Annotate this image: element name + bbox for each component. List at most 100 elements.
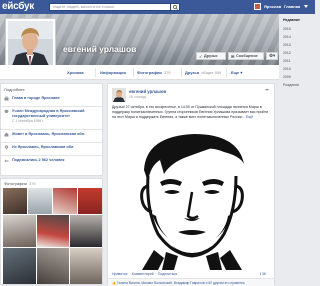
account-menu-chevron-icon[interactable] bbox=[304, 5, 308, 8]
intro-lives-link[interactable]: Живет в Ярославль, Ярославская обл. bbox=[12, 132, 85, 136]
tab-timeline[interactable]: Хроника bbox=[67, 70, 84, 76]
post-image[interactable] bbox=[112, 130, 272, 270]
timeline-scrubber: Недавние 2015 2014 2013 2012 2011 2010 2… bbox=[279, 14, 315, 285]
intro-divider bbox=[1, 106, 104, 107]
intro-divider bbox=[1, 155, 104, 156]
facebook-logo[interactable]: ейсбук bbox=[2, 1, 34, 13]
photo-thumbnail[interactable] bbox=[37, 215, 69, 247]
share-count-value: 36 bbox=[261, 272, 266, 276]
tab-photos[interactable]: Фотографии 379 bbox=[137, 70, 171, 76]
profile-portrait-image bbox=[8, 21, 53, 66]
chevron-down-icon: ▾ bbox=[240, 70, 243, 75]
tab-label: Фотографии bbox=[137, 70, 162, 75]
tab-divider bbox=[133, 68, 134, 77]
intro-education-date: С 1 сентября 1996 г. bbox=[12, 118, 44, 123]
follow-icon bbox=[4, 159, 9, 163]
message-button-label: Сообщение bbox=[236, 54, 258, 58]
tab-about[interactable]: Информация bbox=[100, 70, 126, 76]
friends-check-icon: ✓ bbox=[199, 54, 203, 59]
friends-button[interactable]: ✓ Друзья bbox=[196, 52, 226, 60]
scrubber-item[interactable]: 2010 bbox=[283, 67, 291, 72]
scrubber-item[interactable]: 2009 bbox=[283, 75, 291, 80]
post-options-chevron-icon[interactable] bbox=[265, 89, 269, 91]
briefcase-icon bbox=[4, 96, 9, 101]
photo-thumbnail[interactable] bbox=[37, 248, 69, 284]
search-input[interactable]: Ищите людей, места и не только bbox=[49, 3, 179, 11]
tab-label: Еще bbox=[231, 70, 240, 75]
photo-thumbnail[interactable] bbox=[70, 215, 102, 247]
profile-tabs: Хроника Информация Фотографии 379 Друзья о… bbox=[0, 65, 279, 80]
search-button[interactable] bbox=[170, 3, 180, 11]
stencil-portrait-image bbox=[112, 130, 272, 270]
pin-icon bbox=[4, 145, 9, 150]
intro-row-work: Глава в городе Ярославе bbox=[4, 96, 102, 102]
see-more-link[interactable]: Ещё bbox=[246, 115, 253, 119]
scrubber-item[interactable]: 2011 bbox=[283, 59, 291, 64]
tab-count: общие 559 bbox=[201, 70, 222, 75]
timeline-post: евгений урлашов 15 ч назад Друзья! 27 ок… bbox=[107, 83, 275, 286]
message-icon: ✉ bbox=[231, 54, 235, 59]
home-icon bbox=[4, 132, 9, 137]
profile-picture[interactable] bbox=[5, 18, 56, 69]
photo-thumbnail[interactable] bbox=[78, 188, 102, 214]
tab-count: 379 bbox=[163, 70, 171, 75]
intro-from-link[interactable]: Из Ярославль, Ярославская обл. bbox=[12, 145, 74, 149]
photo-thumbnail[interactable] bbox=[28, 188, 52, 214]
intro-header: Подробнее bbox=[4, 87, 25, 92]
comment-link[interactable]: Комментарий bbox=[132, 272, 154, 276]
like-thumb-icon: 👍 bbox=[112, 280, 117, 285]
tab-label: Хроника bbox=[67, 70, 84, 75]
scrubber-item[interactable]: Недавние bbox=[283, 18, 300, 23]
scrubber-item[interactable]: 2013 bbox=[283, 43, 291, 48]
scrubber-item[interactable]: 2014 bbox=[283, 35, 291, 40]
tab-friends[interactable]: Друзья общие 559 bbox=[185, 70, 221, 76]
tab-divider bbox=[181, 68, 182, 77]
search-icon bbox=[173, 5, 178, 10]
post-body: Друзья! 27 октября, в это воскресенье, в… bbox=[112, 105, 269, 119]
intro-card: Подробнее Глава в городе Ярославе Училп … bbox=[0, 83, 104, 176]
post-text: Друзья! 27 октября, в это воскресенье, в… bbox=[112, 105, 272, 120]
like-link[interactable]: Нравится bbox=[112, 272, 127, 276]
photo-thumbnail[interactable] bbox=[3, 215, 36, 247]
school-icon bbox=[4, 109, 9, 113]
friends-button-label: Друзья bbox=[204, 54, 218, 58]
photo-thumbnail[interactable] bbox=[70, 248, 102, 284]
scrubber-item[interactable]: Рождение bbox=[283, 83, 299, 88]
share-link[interactable]: Поделиться bbox=[158, 272, 177, 276]
photo-thumbnail[interactable] bbox=[3, 188, 27, 214]
separator-dot: · bbox=[155, 272, 157, 276]
scrubber-item[interactable]: 2015 bbox=[283, 27, 291, 32]
photo-thumbnail[interactable] bbox=[3, 248, 36, 284]
intro-work-link[interactable]: Глава в городе Ярославе bbox=[12, 96, 60, 100]
nav-user-link[interactable]: Ярослав bbox=[264, 4, 281, 10]
active-tab-indicator bbox=[66, 77, 72, 80]
settings-button[interactable]: ⚙▾ bbox=[266, 52, 278, 60]
tab-label: Друзья bbox=[185, 70, 200, 75]
likes-text[interactable]: Галина Вигина, Михаил Волконский, Владим… bbox=[117, 281, 245, 285]
intro-education-link[interactable]: Училп Международная в Ярославский госуда… bbox=[12, 109, 85, 118]
photos-count: 379 bbox=[28, 181, 36, 186]
user-avatar[interactable] bbox=[254, 3, 261, 10]
nav-home-link[interactable]: Главная bbox=[284, 4, 300, 10]
tab-divider bbox=[226, 68, 227, 77]
intro-row-lives: Живет в Ярославль, Ярославская обл. bbox=[1, 129, 104, 138]
intro-divider bbox=[1, 129, 104, 130]
photos-title: Фотографии bbox=[4, 181, 27, 186]
post-timestamp[interactable]: 15 ч назад bbox=[129, 95, 146, 99]
tab-more[interactable]: Еще ▾ bbox=[231, 70, 242, 76]
tab-label: Информация bbox=[100, 70, 126, 75]
top-navigation-bar: ейсбук Ищите людей, места и не только Яр… bbox=[0, 0, 315, 14]
profile-name: евгений урлашов bbox=[63, 44, 137, 54]
post-author-name[interactable]: евгений урлашов bbox=[129, 89, 166, 94]
intro-followers-link[interactable]: Подписались 2 562 человек bbox=[12, 158, 64, 162]
intro-row-followers: Подписались 2 562 человек bbox=[1, 155, 104, 164]
post-actions: Нравится · Комментарий · Поделиться bbox=[112, 272, 177, 277]
photos-header[interactable]: Фотографии 379 bbox=[4, 181, 36, 186]
post-author-avatar[interactable] bbox=[112, 88, 126, 102]
intro-row-from: Из Ярославль, Ярославская обл. bbox=[1, 142, 104, 151]
photo-thumbnail[interactable] bbox=[53, 188, 77, 214]
scrubber-item[interactable]: 2012 bbox=[283, 51, 291, 56]
share-count[interactable]: ⇪36 bbox=[259, 272, 269, 277]
gear-icon: ⚙▾ bbox=[269, 53, 276, 58]
message-button[interactable]: ✉ Сообщение bbox=[228, 52, 264, 60]
